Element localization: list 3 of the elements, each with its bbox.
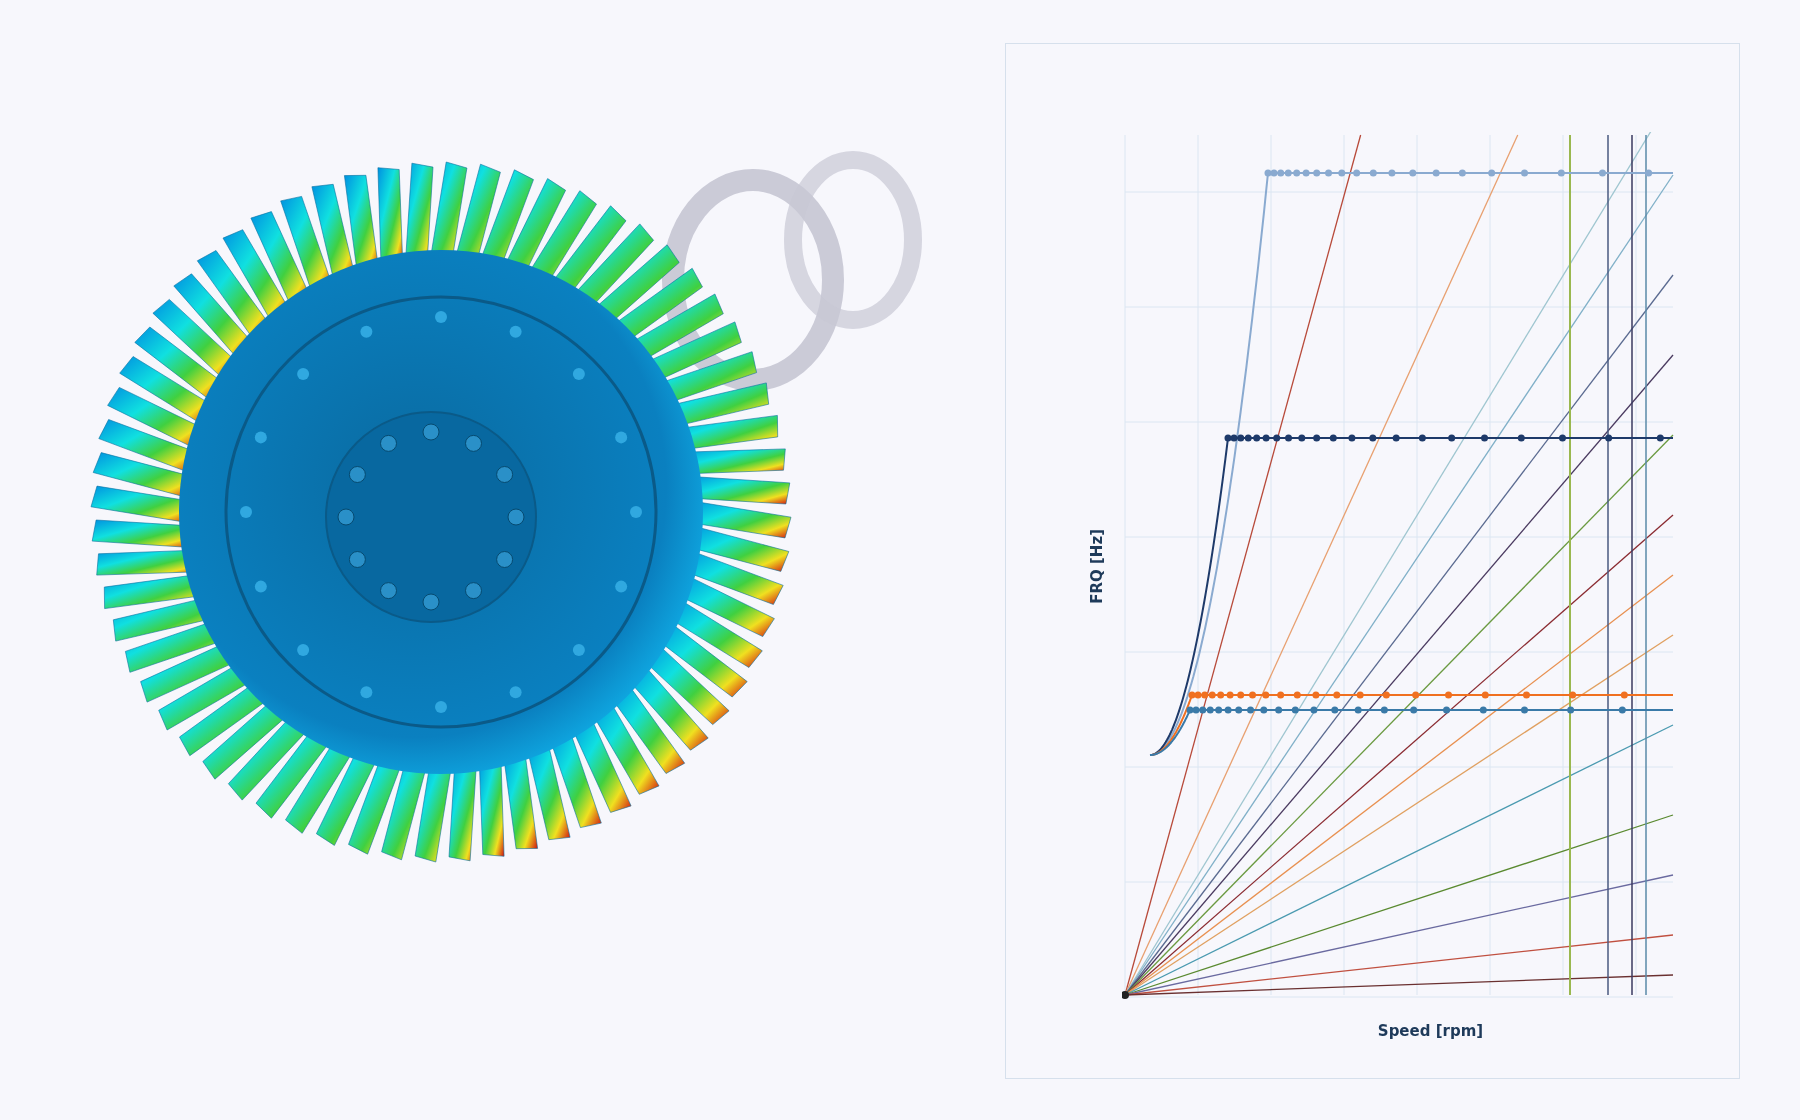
y-axis-label: FRQ [Hz] <box>1088 528 1106 604</box>
x-axis-label: Speed [rpm] <box>1377 1022 1484 1040</box>
origin-point <box>1122 991 1129 999</box>
